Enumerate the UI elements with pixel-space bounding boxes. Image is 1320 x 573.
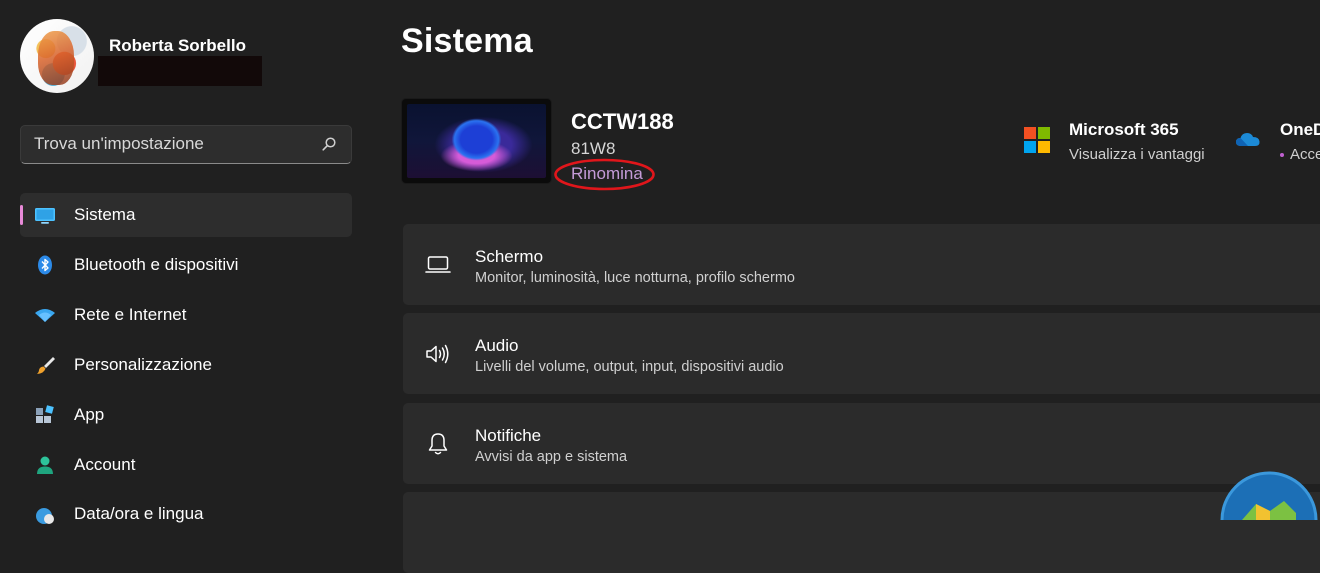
active-indicator xyxy=(20,205,23,225)
status-dot xyxy=(1280,153,1284,157)
promo-title: Microsoft 365 xyxy=(1069,120,1179,139)
promo-subtitle: Visualizza i vantaggi xyxy=(1069,146,1205,163)
onedrive-cloud-icon xyxy=(1236,131,1260,147)
card-description: Avvisi da app e sistema xyxy=(475,449,628,465)
annotation-circle xyxy=(554,158,655,191)
microsoft-logo-icon xyxy=(1024,127,1050,153)
user-email-redacted xyxy=(98,56,262,86)
apps-icon xyxy=(34,405,56,425)
wallpaper-preview xyxy=(407,104,546,178)
sidebar-item-label: Personalizzazione xyxy=(74,355,212,374)
laptop-icon xyxy=(425,253,451,277)
sidebar-item-rete[interactable]: Rete e Internet xyxy=(20,293,352,337)
sidebar-item-label: Bluetooth e dispositivi xyxy=(74,255,239,274)
sidebar-item-sistema[interactable]: Sistema xyxy=(20,193,352,237)
settings-card-notifiche[interactable]: Notifiche Avvisi da app e sistema xyxy=(403,403,1320,484)
settings-card-schermo[interactable]: Schermo Monitor, luminosità, luce nottur… xyxy=(403,224,1320,305)
sidebar-item-label: Data/ora e lingua xyxy=(74,504,204,523)
promo-onedrive[interactable]: OneD Acce xyxy=(1236,119,1320,169)
page-title: Sistema xyxy=(401,22,533,60)
watermark-logo xyxy=(1220,471,1320,520)
device-model: 81W8 xyxy=(571,139,616,158)
promo-title: OneD xyxy=(1280,120,1320,139)
sidebar-item-app[interactable]: App xyxy=(20,393,352,437)
sidebar-item-personalizzazione[interactable]: Personalizzazione xyxy=(20,343,352,387)
device-name: CCTW188 xyxy=(571,109,674,134)
settings-card-audio[interactable]: Audio Livelli del volume, output, input,… xyxy=(403,313,1320,394)
search-input[interactable] xyxy=(34,134,304,154)
card-title: Schermo xyxy=(475,247,544,266)
bell-icon xyxy=(425,432,451,456)
card-description: Livelli del volume, output, input, dispo… xyxy=(475,359,784,375)
search-icon[interactable] xyxy=(321,136,337,152)
sidebar-item-label: Account xyxy=(74,455,136,474)
wifi-icon xyxy=(34,305,56,325)
sidebar-item-data-ora-lingua[interactable]: Data/ora e lingua xyxy=(20,492,352,536)
card-description: Monitor, luminosità, luce notturna, prof… xyxy=(475,270,795,286)
user-name: Roberta Sorbello xyxy=(109,36,246,55)
avatar[interactable] xyxy=(20,19,94,93)
search-box[interactable] xyxy=(20,125,352,164)
globe-clock-icon xyxy=(34,504,56,524)
account-icon xyxy=(34,455,56,475)
sidebar-item-label: App xyxy=(74,405,105,424)
card-title: Notifiche xyxy=(475,426,542,445)
device-wallpaper-thumbnail xyxy=(402,99,551,183)
sidebar-item-account[interactable]: Account xyxy=(20,443,352,487)
card-title: Audio xyxy=(475,336,519,355)
sidebar-item-label: Sistema xyxy=(74,205,136,224)
monitor-icon xyxy=(34,205,56,225)
promo-subtitle: Acce xyxy=(1290,146,1320,163)
brush-icon xyxy=(34,355,56,375)
bluetooth-icon xyxy=(34,255,56,275)
speaker-icon xyxy=(425,342,451,366)
promo-microsoft-365[interactable]: Microsoft 365 Visualizza i vantaggi xyxy=(1024,119,1205,169)
settings-card-partial[interactable] xyxy=(403,492,1320,573)
sidebar-item-bluetooth[interactable]: Bluetooth e dispositivi xyxy=(20,243,352,287)
sidebar-item-label: Rete e Internet xyxy=(74,305,187,324)
